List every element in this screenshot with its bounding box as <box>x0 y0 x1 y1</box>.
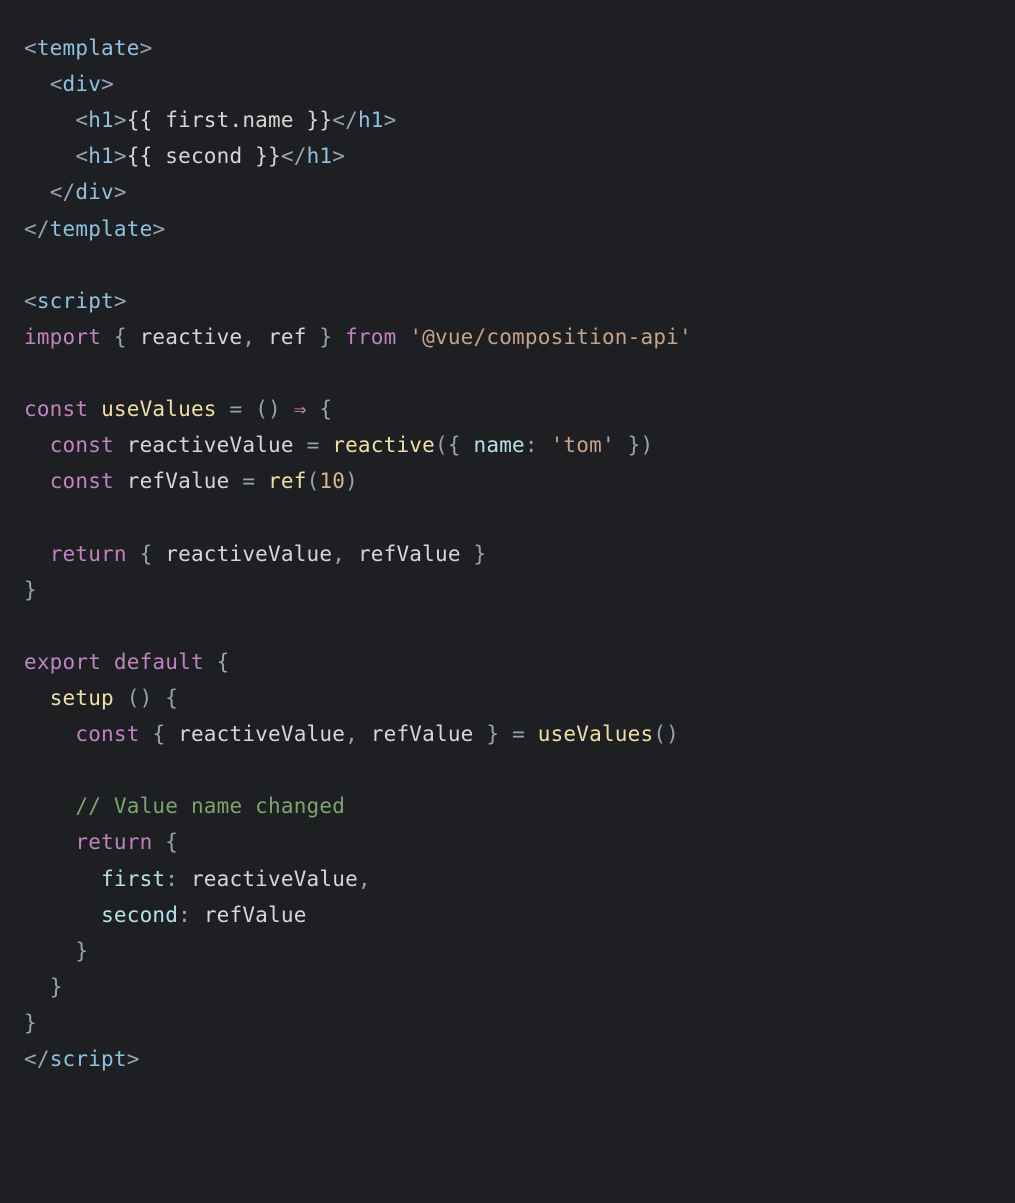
code-line: setup () { <box>24 686 178 710</box>
code-line: const refValue = ref(10) <box>24 469 358 493</box>
code-line: } <box>24 578 37 602</box>
code-line: const { reactiveValue, refValue } = useV… <box>24 722 679 746</box>
code-line: } <box>24 939 88 963</box>
code-line: </script> <box>24 1047 140 1071</box>
code-line: import { reactive, ref } from '@vue/comp… <box>24 325 692 349</box>
code-line: </div> <box>24 180 127 204</box>
code-line: <div> <box>24 72 114 96</box>
code-line: return { <box>24 830 178 854</box>
code-line: // Value name changed <box>24 794 345 818</box>
code-line: export default { <box>24 650 230 674</box>
code-line: <script> <box>24 289 127 313</box>
code-line: <h1>{{ first.name }}</h1> <box>24 108 396 132</box>
code-editor[interactable]: <template> <div> <h1>{{ first.name }}</h… <box>0 0 1015 1107</box>
code-line: <h1>{{ second }}</h1> <box>24 144 345 168</box>
code-line: first: reactiveValue, <box>24 867 371 891</box>
code-line: </template> <box>24 217 165 241</box>
code-line: second: refValue <box>24 903 307 927</box>
code-line: const useValues = () ⇒ { <box>24 397 332 421</box>
code-line: return { reactiveValue, refValue } <box>24 542 486 566</box>
code-line: const reactiveValue = reactive({ name: '… <box>24 433 653 457</box>
code-line: } <box>24 1011 37 1035</box>
code-line: <template> <box>24 36 152 60</box>
code-line: } <box>24 975 63 999</box>
